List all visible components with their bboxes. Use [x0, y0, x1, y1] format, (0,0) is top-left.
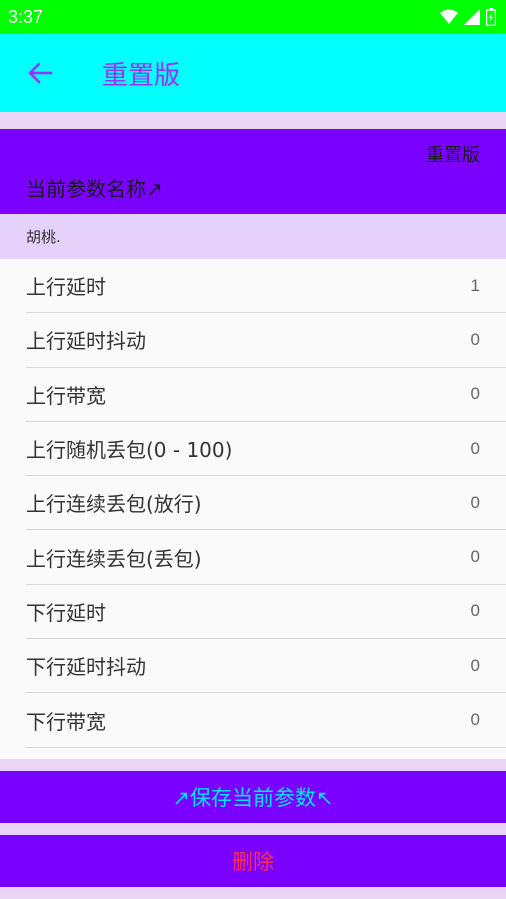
- list-item[interactable]: 下行延时 0: [26, 585, 506, 640]
- param-label: 上行随机丢包(0 - 100): [26, 438, 233, 463]
- status-time: 3:37: [8, 6, 44, 27]
- param-name-label[interactable]: 当前参数名称↗: [26, 173, 163, 202]
- param-label: 上行连续丢包(放行): [26, 492, 202, 517]
- back-button[interactable]: [0, 34, 80, 112]
- status-bar: 3:37: [0, 0, 506, 34]
- page-title: 重置版: [102, 60, 181, 91]
- list-item[interactable]: 上行连续丢包(放行) 0: [26, 476, 506, 531]
- list-item[interactable]: 上行连续丢包(丢包) 0: [26, 530, 506, 585]
- param-value: 1: [470, 275, 480, 295]
- signal-icon: [464, 9, 480, 25]
- param-value: 0: [470, 601, 480, 621]
- param-value: 0: [470, 710, 480, 730]
- param-label: 上行带宽: [26, 383, 106, 408]
- param-label: 上行连续丢包(丢包): [26, 546, 202, 571]
- param-label: 下行带宽: [26, 709, 106, 734]
- param-label: 下行延时: [26, 600, 106, 625]
- battery-icon: [486, 8, 496, 26]
- param-value: 0: [470, 438, 480, 458]
- status-icons: [440, 8, 496, 26]
- app-bar: 重置版: [0, 34, 506, 112]
- delete-button[interactable]: 删除: [0, 835, 506, 887]
- param-value: 0: [470, 547, 480, 567]
- list-item[interactable]: 上行延时 1: [26, 259, 506, 314]
- param-value: 0: [470, 329, 480, 349]
- param-label: 上行延时抖动: [26, 329, 146, 354]
- param-label: 下行延时抖动: [26, 655, 146, 680]
- list-item[interactable]: 上行随机丢包(0 - 100) 0: [26, 422, 506, 477]
- param-list: 上行延时 1 上行延时抖动 0 上行带宽 0 上行随机丢包(0 - 100) 0 上行连…: [0, 259, 506, 759]
- param-value: 0: [470, 655, 480, 675]
- param-value: 0: [470, 384, 480, 404]
- section-header: 胡桃.: [0, 214, 506, 259]
- save-params-button[interactable]: ↗保存当前参数↖: [0, 771, 506, 823]
- wifi-icon: [440, 9, 458, 24]
- param-value: 0: [470, 492, 480, 512]
- arrow-left-icon: [28, 62, 53, 84]
- profile-card[interactable]: 重置版 当前参数名称↗: [0, 129, 506, 214]
- list-item[interactable]: 上行延时抖动 0: [26, 313, 506, 368]
- list-item[interactable]: 下行带宽 0: [26, 693, 506, 748]
- list-item[interactable]: 下行延时抖动 0: [26, 639, 506, 694]
- param-label: 上行延时: [26, 275, 106, 300]
- list-item[interactable]: 上行带宽 0: [26, 368, 506, 422]
- profile-name: 重置版: [426, 145, 480, 166]
